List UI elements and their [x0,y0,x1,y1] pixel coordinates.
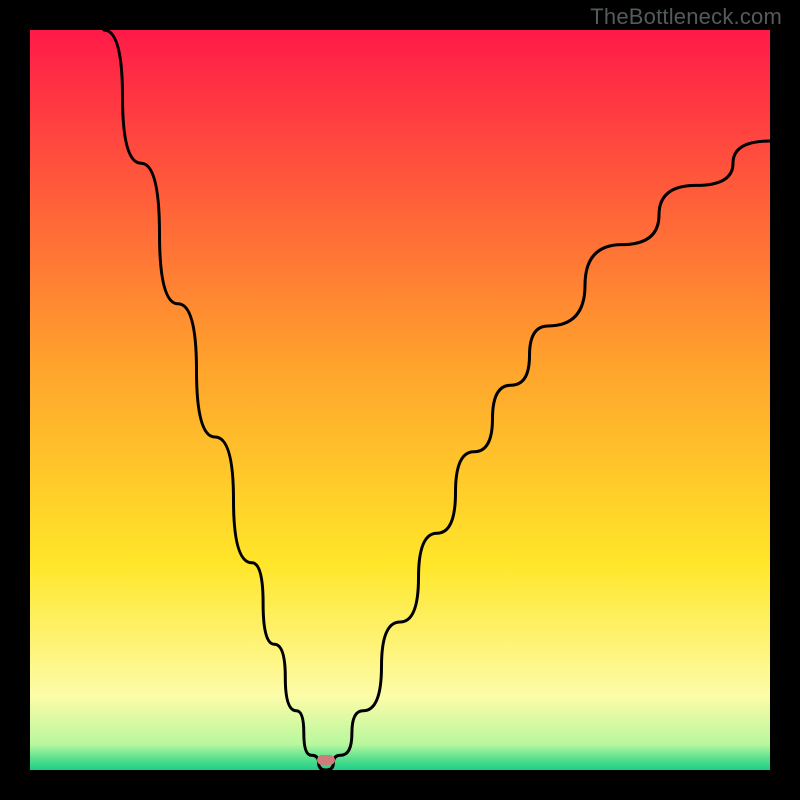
chart-frame: TheBottleneck.com [0,0,800,800]
bottleneck-curve [30,30,770,770]
optimal-point-marker [317,755,335,765]
plot-area [30,30,770,770]
watermark-text: TheBottleneck.com [590,4,782,30]
